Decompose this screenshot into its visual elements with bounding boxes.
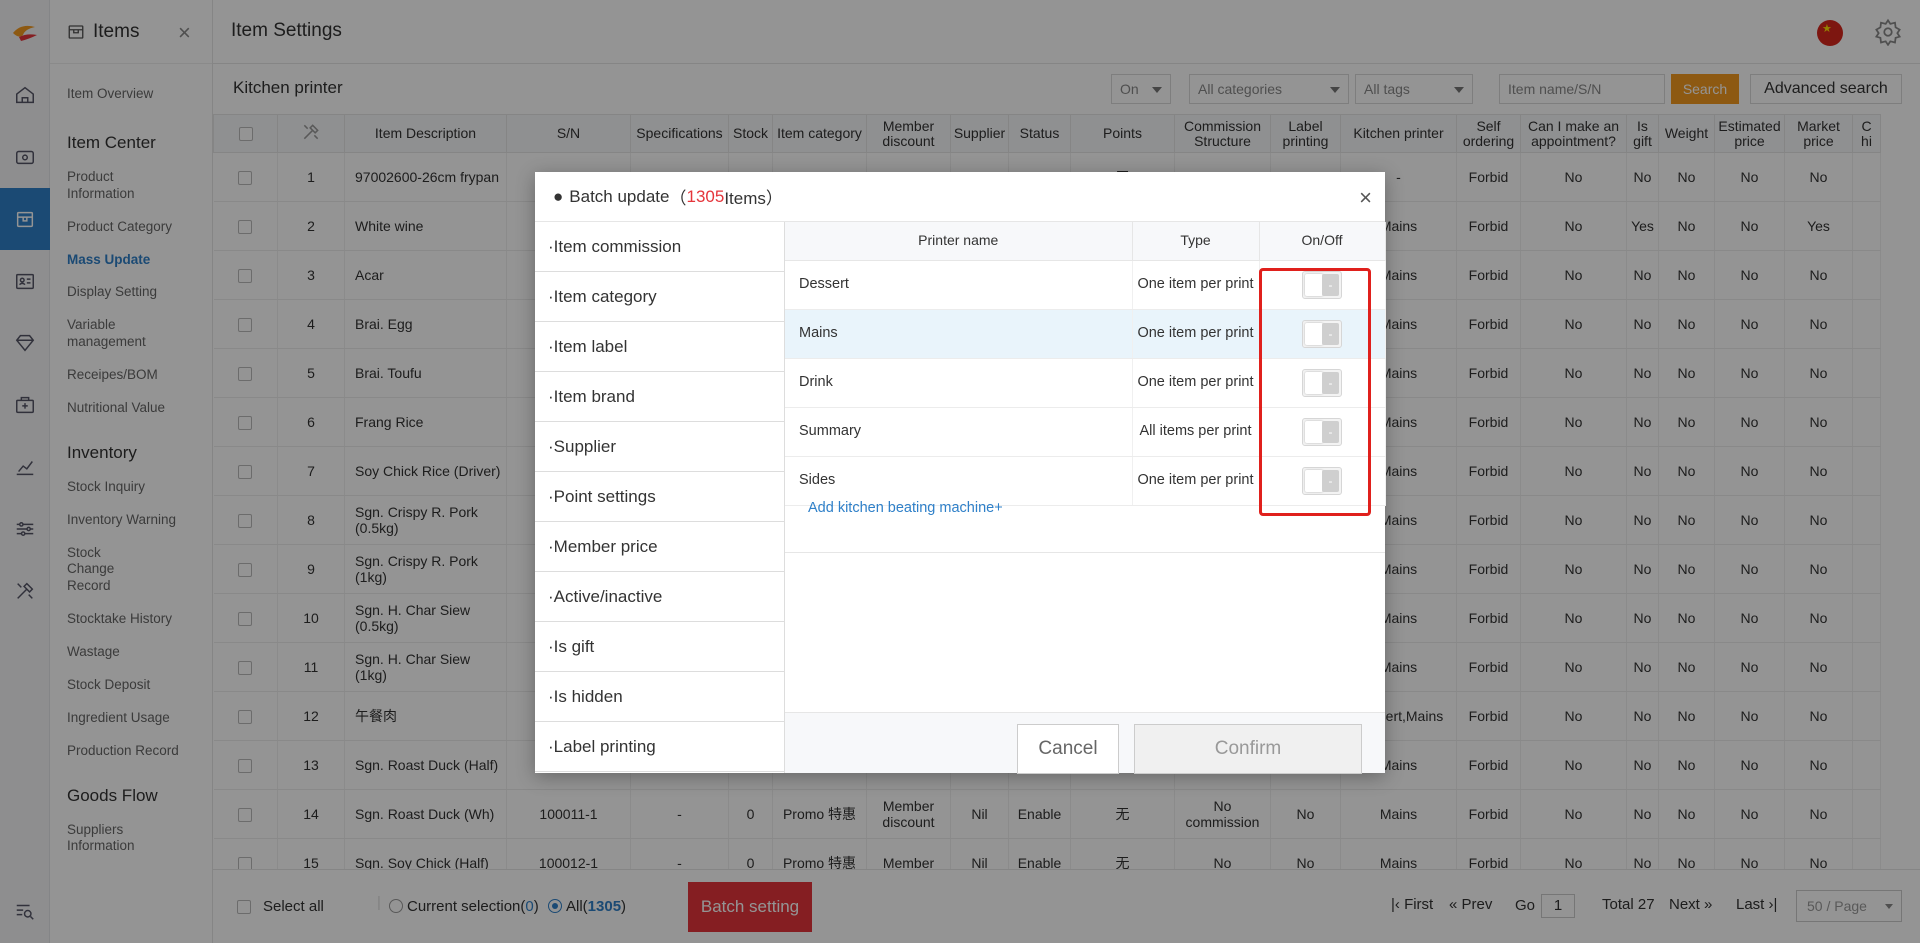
printer-type: One item per print [1132, 309, 1260, 359]
modal-header: ● Batch update （1305 Items） × [535, 172, 1385, 222]
modal-count-open: （ [669, 189, 687, 208]
bullet-icon: ● [553, 186, 564, 206]
printer-name: Mains [785, 309, 1133, 359]
update-option[interactable]: ·Active/inactive [535, 572, 784, 622]
divider [785, 552, 1385, 553]
printer-name: Dessert [785, 260, 1133, 310]
modal-title: Batch update [569, 186, 670, 206]
modal-footer: Cancel Confirm [785, 712, 1385, 774]
col-type: Type [1132, 222, 1260, 261]
modal-count-suffix: Items） [724, 189, 783, 208]
update-option[interactable]: ·Label printing [535, 722, 784, 772]
add-kitchen-printer-link[interactable]: Add kitchen beating machine+ [808, 500, 1003, 516]
confirm-button[interactable]: Confirm [1134, 724, 1362, 774]
printer-type: One item per print [1132, 358, 1260, 408]
cancel-button[interactable]: Cancel [1017, 724, 1119, 774]
update-option[interactable]: ·Is hidden [535, 672, 784, 722]
update-option[interactable]: ·Member price [535, 522, 784, 572]
printer-type: One item per print [1132, 456, 1260, 506]
printer-table-header: Printer name Type On/Off [785, 222, 1386, 261]
modal-count: 1305 [686, 186, 725, 206]
update-options-list: ·Item commission ·Item category ·Item labe… [535, 222, 785, 773]
update-option[interactable]: ·Item label [535, 322, 784, 372]
printer-name: Sides [785, 456, 1133, 506]
update-option[interactable]: ·Item category [535, 272, 784, 322]
update-option[interactable]: ·Point settings [535, 472, 784, 522]
col-printer-name: Printer name [785, 222, 1133, 261]
update-option[interactable]: ·Supplier [535, 422, 784, 472]
close-icon[interactable]: × [1359, 185, 1372, 211]
col-on-off: On/Off [1259, 222, 1386, 261]
update-option[interactable]: ·Is gift [535, 622, 784, 672]
update-option[interactable]: ·Item brand [535, 372, 784, 422]
update-option[interactable]: ·Item commission [535, 222, 784, 272]
printer-name: Drink [785, 358, 1133, 408]
printer-name: Summary [785, 407, 1133, 457]
printer-type: One item per print [1132, 260, 1260, 310]
highlight-annotation-box [1259, 268, 1371, 516]
batch-update-modal: ● Batch update （1305 Items） × ·Item comm… [535, 172, 1386, 774]
printer-type: All items per print [1132, 407, 1260, 457]
